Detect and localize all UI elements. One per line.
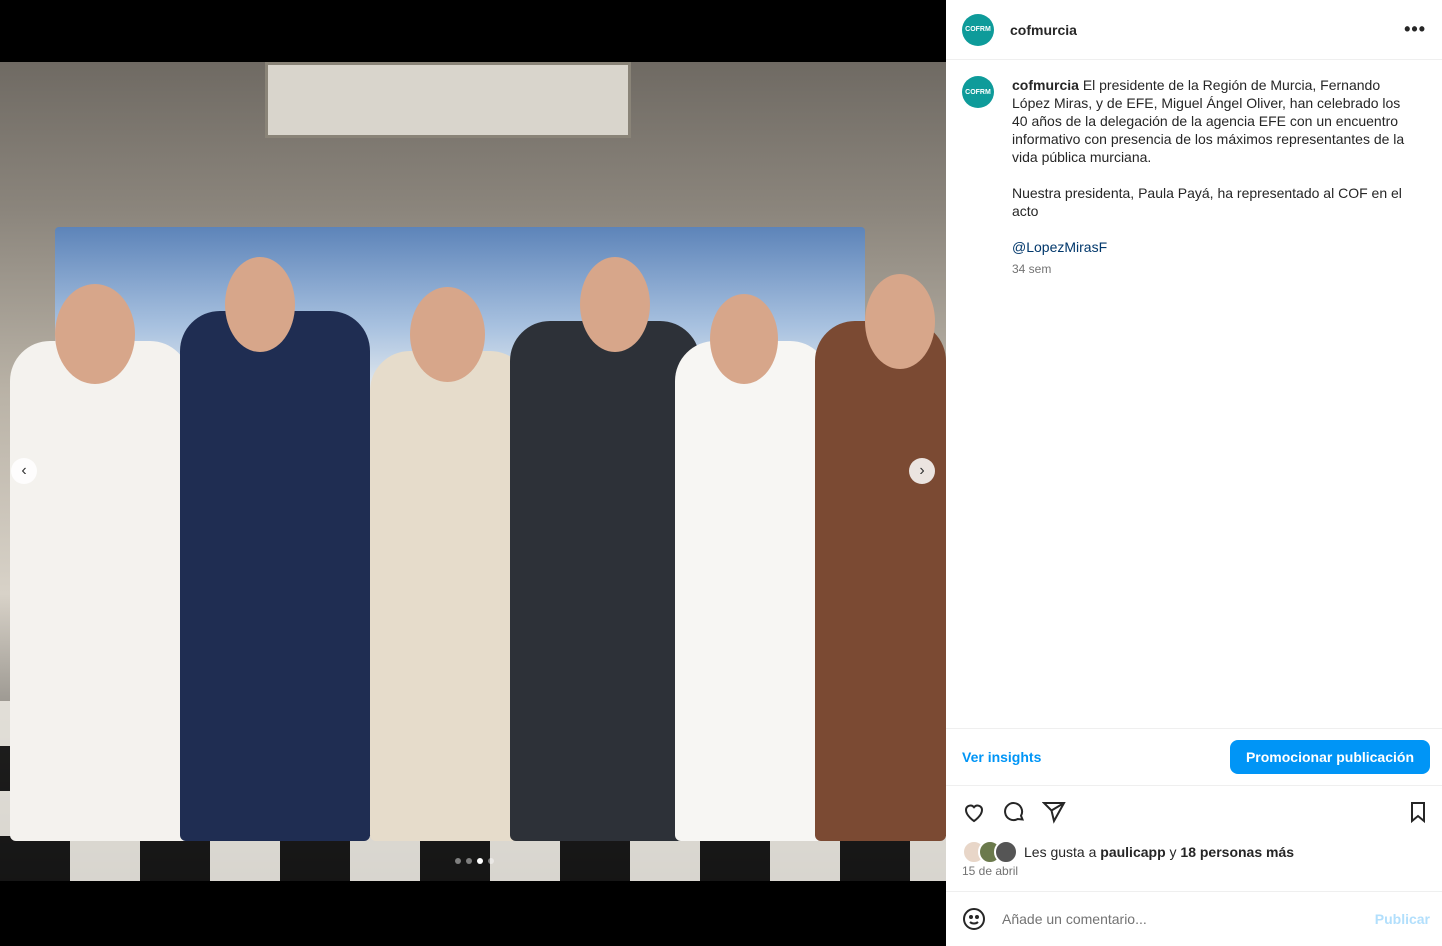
post-photo[interactable] — [0, 62, 946, 881]
avatar-text: COFRM — [965, 88, 991, 96]
media-area: ‹ › — [0, 0, 946, 946]
carousel-dot-active — [477, 858, 483, 864]
liker-username[interactable]: paulicapp — [1100, 844, 1165, 860]
post-date[interactable]: 15 de abril — [962, 864, 1018, 878]
carousel-dot — [488, 858, 494, 864]
username[interactable]: cofmurcia — [1010, 22, 1077, 38]
share-icon[interactable] — [1042, 800, 1066, 824]
person-6-head — [865, 274, 935, 369]
person-2-head — [225, 257, 295, 352]
caption-avatar[interactable]: COFRM — [962, 76, 994, 108]
wall-plaque — [265, 62, 631, 138]
comment-icon[interactable] — [1002, 800, 1026, 824]
person-3-head — [410, 287, 485, 382]
promote-post-button[interactable]: Promocionar publicación — [1229, 740, 1430, 774]
insights-bar: Ver insights Promocionar publicación — [946, 728, 1442, 786]
person-5-head — [710, 294, 778, 384]
person-4-head — [580, 257, 650, 352]
post-side-panel: COFRM cofmurcia ••• COFRM cofmurcia El p… — [946, 0, 1442, 946]
bookmark-icon[interactable] — [1406, 800, 1430, 824]
liker-avatar — [994, 840, 1018, 864]
carousel-dot — [466, 858, 472, 864]
post-header: COFRM cofmurcia ••• — [946, 0, 1442, 60]
post-actions — [962, 798, 1430, 826]
person-1 — [10, 341, 190, 841]
mention-link[interactable]: @LopezMirasF — [1012, 239, 1107, 255]
publish-comment-button[interactable]: Publicar — [1375, 911, 1430, 927]
comment-input[interactable]: Añade un comentario... — [1002, 911, 1375, 927]
person-5 — [675, 341, 830, 841]
carousel-dot — [455, 858, 461, 864]
next-slide-button[interactable]: › — [909, 458, 935, 484]
likes-row: Les gusta a paulicapp y 18 personas más — [962, 840, 1294, 864]
person-4 — [510, 321, 700, 841]
person-6 — [815, 321, 946, 841]
caption-author[interactable]: cofmurcia — [1012, 77, 1079, 93]
likes-middle: y — [1165, 844, 1181, 860]
chevron-left-icon: ‹ — [21, 462, 27, 479]
view-insights-link[interactable]: Ver insights — [962, 749, 1041, 765]
more-horizontal-icon[interactable]: ••• — [1404, 19, 1426, 40]
heart-icon[interactable] — [962, 800, 986, 824]
chevron-right-icon: › — [919, 462, 925, 479]
person-3 — [370, 351, 530, 841]
likes-others-link[interactable]: 18 personas más — [1180, 844, 1294, 860]
post-caption: COFRM cofmurcia El presidente de la Regi… — [962, 76, 1426, 278]
carousel-indicator — [455, 858, 494, 864]
previous-slide-button[interactable]: ‹ — [11, 458, 37, 484]
comment-bar: Añade un comentario... Publicar — [946, 891, 1442, 946]
post-age[interactable]: 34 sem — [1012, 260, 1417, 278]
avatar[interactable]: COFRM — [962, 13, 994, 46]
person-1-head — [55, 284, 135, 384]
person-2 — [180, 311, 370, 841]
likes-prefix: Les gusta a — [1024, 844, 1101, 860]
emoji-icon[interactable] — [962, 907, 986, 931]
avatar-text: COFRM — [965, 26, 991, 33]
caption-paragraph-2: Nuestra presidenta, Paula Payá, ha repre… — [1012, 185, 1402, 219]
